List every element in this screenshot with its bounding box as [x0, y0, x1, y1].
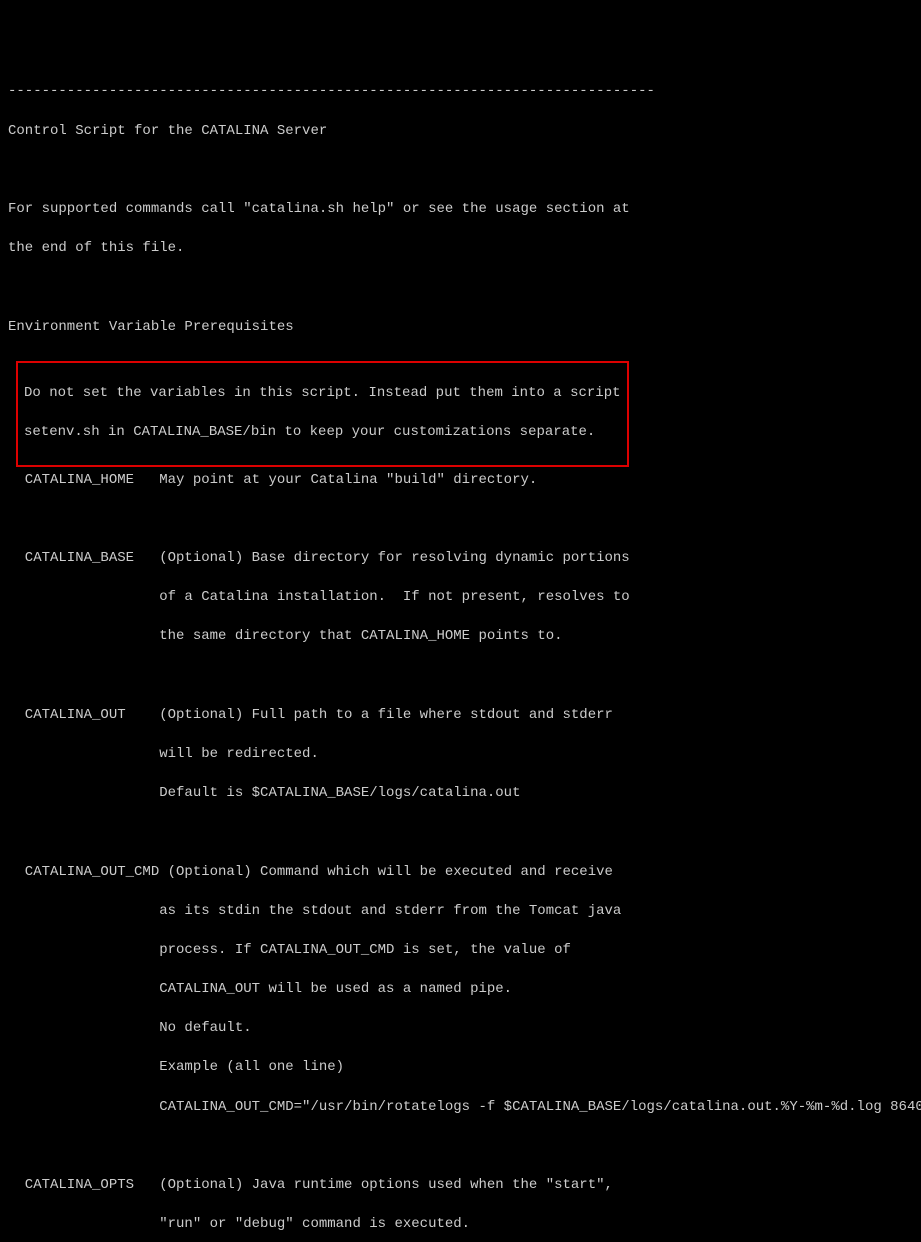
var-out-l2: will be redirected.: [8, 745, 913, 765]
var-opts-l1: CATALINA_OPTS (Optional) Java runtime op…: [8, 1176, 913, 1196]
var-outcmd-l1: CATALINA_OUT_CMD (Optional) Command whic…: [8, 863, 913, 883]
var-base-l2: of a Catalina installation. If not prese…: [8, 588, 913, 608]
box-line-1: Do not set the variables in this script.…: [24, 384, 621, 404]
var-out-l3: Default is $CATALINA_BASE/logs/catalina.…: [8, 784, 913, 804]
env-header: Environment Variable Prerequisites: [8, 318, 913, 338]
highlight-box: Do not set the variables in this script.…: [16, 361, 629, 467]
var-outcmd-l4: CATALINA_OUT will be used as a named pip…: [8, 980, 913, 1000]
var-home-l1: CATALINA_HOME May point at your Catalina…: [8, 471, 913, 491]
var-outcmd-l6: Example (all one line): [8, 1058, 913, 1078]
var-out-l1: CATALINA_OUT (Optional) Full path to a f…: [8, 706, 913, 726]
blank-line: [8, 823, 913, 843]
var-base-l3: the same directory that CATALINA_HOME po…: [8, 627, 913, 647]
var-opts-l2: "run" or "debug" command is executed.: [8, 1215, 913, 1235]
var-outcmd-l3: process. If CATALINA_OUT_CMD is set, the…: [8, 941, 913, 961]
title-line: Control Script for the CATALINA Server: [8, 122, 913, 142]
var-base-l1: CATALINA_BASE (Optional) Base directory …: [8, 549, 913, 569]
var-outcmd-l7: CATALINA_OUT_CMD="/usr/bin/rotatelogs -f…: [8, 1098, 913, 1118]
blank-line: [8, 1137, 913, 1157]
box-line-2: setenv.sh in CATALINA_BASE/bin to keep y…: [24, 423, 621, 443]
supported-line-1: For supported commands call "catalina.sh…: [8, 200, 913, 220]
blank-line: [8, 667, 913, 687]
var-outcmd-l2: as its stdin the stdout and stderr from …: [8, 902, 913, 922]
var-outcmd-l5: No default.: [8, 1019, 913, 1039]
separator-line: ----------------------------------------…: [8, 82, 913, 102]
supported-line-2: the end of this file.: [8, 239, 913, 259]
blank-line: [8, 161, 913, 181]
blank-line: [8, 510, 913, 530]
blank-line: [8, 278, 913, 298]
